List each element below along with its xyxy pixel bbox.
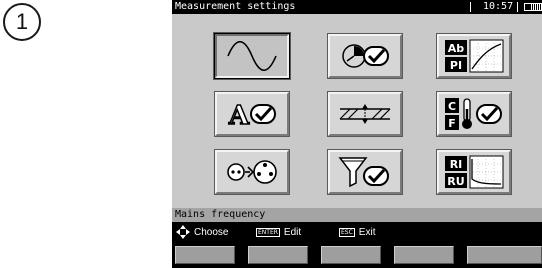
tile-text-pi: PI [450,59,462,72]
hint-edit-label: Edit [283,226,302,238]
clock: 10:57 [483,1,514,12]
key-hint-bar: Choose ENTER Edit ESC Exit [172,222,542,242]
tile-resistance-ri-ru[interactable]: RI RU [437,150,511,194]
tile-text-ru: RU [447,175,464,188]
temperature-unit-check-icon: C F [445,98,502,130]
hint-edit: ENTER Edit [256,222,301,242]
tile-probe-connection[interactable] [215,150,289,194]
wire-diagram-icon [339,104,391,124]
tile-font-settings[interactable]: A [215,92,289,136]
softkey-1[interactable] [175,246,235,264]
hint-exit: ESC Exit [339,222,375,242]
softkey-4[interactable] [394,246,454,264]
softkey-2[interactable] [248,246,308,264]
tile-text-c: C [448,100,456,113]
softkey-bar [172,242,542,268]
tile-text-a: A [228,101,250,129]
title-separator [470,2,471,12]
tile-insulation-pi[interactable]: Ab PI [437,34,511,78]
esc-key-icon: ESC [339,227,355,237]
softkey-3[interactable] [321,246,381,264]
tile-text-f: F [448,117,456,130]
tile-connection-settings[interactable] [328,92,402,136]
title-bar: Measurement settings 10:57 [172,0,542,14]
tile-date-time[interactable] [328,34,402,78]
softkey-5[interactable] [467,246,542,264]
hint-exit-label: Exit [358,226,376,238]
screen-title: Measurement settings [175,1,296,12]
ri-ru-curve-icon: RI RU [445,155,504,189]
title-separator-2 [517,2,518,12]
settings-menu-grid: Ab PI A C F RI RU [172,14,542,208]
ab-pi-curve-icon: Ab PI [445,39,504,73]
tile-temperature-unit[interactable]: C F [437,92,511,136]
battery-icon [524,3,542,11]
filter-check-icon [338,157,389,188]
battery-level [531,4,541,10]
status-bar: Mains frequency [172,208,542,222]
tile-mains-frequency[interactable] [215,34,289,78]
clock-check-icon [342,44,389,68]
step-number-badge: 1 [3,3,41,41]
hint-choose: Choose [176,222,228,242]
enter-key-icon: ENTER [256,227,280,237]
sine-wave-icon [227,41,277,71]
arrow-keys-icon [176,225,190,239]
tile-text-ri: RI [450,158,463,171]
hint-choose-label: Choose [194,226,229,238]
probe-connection-icon [227,160,277,184]
device-screen: Measurement settings 10:57 Ab PI A C F R… [172,0,542,268]
tile-filter-settings[interactable] [328,150,402,194]
status-text: Mains frequency [175,209,266,220]
tile-text-ab: Ab [448,42,465,55]
font-check-icon: A [227,100,276,129]
